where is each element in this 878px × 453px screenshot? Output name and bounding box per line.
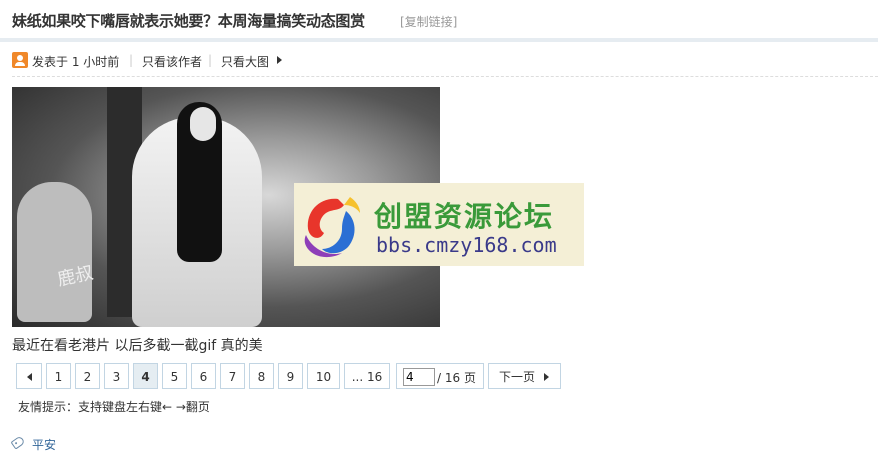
user-avatar-icon xyxy=(12,52,28,68)
forum-watermark: 创盟资源论坛 bbs.cmzy168.com xyxy=(294,183,584,266)
meta-separator: | xyxy=(208,53,213,67)
image-face xyxy=(190,107,216,141)
last-page-link[interactable]: ... 16 xyxy=(344,363,390,389)
thread-header: 妹纸如果咬下嘴唇就表示她要？本周海量搞笑动态图赏 [复制链接] xyxy=(0,0,878,42)
prev-page-button[interactable] xyxy=(16,363,42,389)
post-meta: 发表于 1 小时前 | 只看该作者 | 只看大图 xyxy=(12,51,878,73)
tag-label: 平安 xyxy=(32,438,57,452)
keyboard-tip: 友情提示：支持键盘左右键← →翻页 xyxy=(18,400,210,414)
page-jump-input[interactable] xyxy=(403,368,435,386)
post-time: 发表于 1 小时前 xyxy=(32,55,120,69)
page-link[interactable]: 1 xyxy=(46,363,71,389)
image-left-figure xyxy=(17,182,92,322)
page-link[interactable]: 3 xyxy=(104,363,129,389)
page-total: / 16 页 xyxy=(437,371,476,385)
page-link[interactable]: 9 xyxy=(278,363,303,389)
thread-title: 妹纸如果咬下嘴唇就表示她要？本周海量搞笑动态图赏 xyxy=(12,12,365,30)
watermark-forum-url: bbs.cmzy168.com xyxy=(376,233,557,257)
copy-link-button[interactable]: [复制链接] xyxy=(400,13,457,30)
page-link[interactable]: 2 xyxy=(75,363,100,389)
next-page-button[interactable]: 下一页 xyxy=(488,363,561,389)
page-link[interactable]: 6 xyxy=(191,363,216,389)
watermark-forum-name: 创盟资源论坛 xyxy=(374,200,555,233)
page-link[interactable]: 8 xyxy=(249,363,274,389)
post-caption: 最近在看老港片 以后多截一截gif 真的美 xyxy=(12,338,263,354)
forum-logo-icon xyxy=(304,197,360,258)
page-link[interactable]: 5 xyxy=(162,363,187,389)
only-big-image-link[interactable]: 只看大图 xyxy=(221,53,269,70)
current-page: 4 xyxy=(133,363,158,389)
next-page-label: 下一页 xyxy=(499,370,536,384)
meta-separator: | xyxy=(129,53,134,67)
chevron-right-icon xyxy=(544,373,549,381)
play-arrow-icon[interactable] xyxy=(277,56,282,64)
only-author-link[interactable]: 只看该作者 xyxy=(142,53,202,70)
page-link[interactable]: 10 xyxy=(307,363,340,389)
page-jump: / 16 页 xyxy=(396,363,484,389)
chevron-left-icon xyxy=(27,373,32,381)
page-link[interactable]: 7 xyxy=(220,363,245,389)
tag-icon xyxy=(10,435,26,450)
divider xyxy=(12,76,878,77)
